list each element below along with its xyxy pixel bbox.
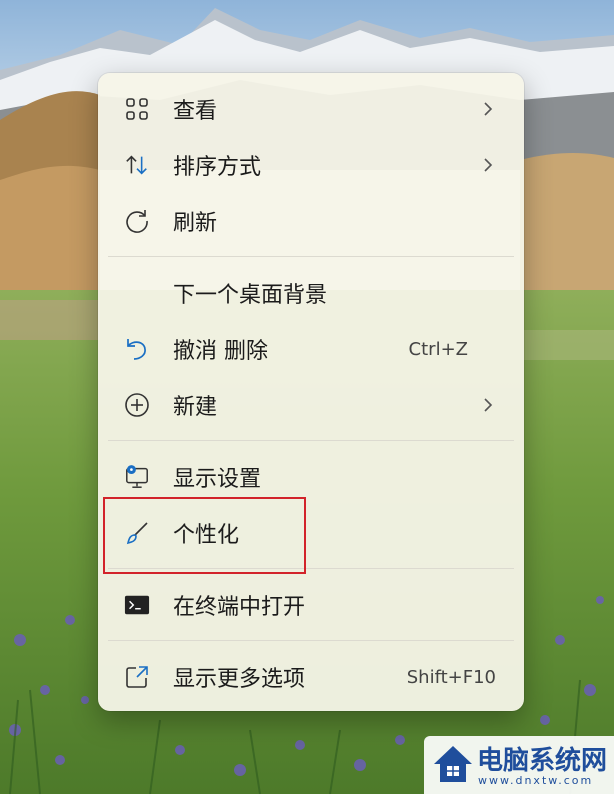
display-settings-icon bbox=[124, 464, 150, 490]
menu-item-show-more-options[interactable]: 显示更多选项 Shift+F10 bbox=[98, 653, 524, 701]
menu-item-label: 下一个桌面背景 bbox=[173, 283, 328, 308]
menu-item-label: 新建 bbox=[173, 395, 218, 420]
chevron-right-icon bbox=[484, 398, 493, 412]
chevron-right-icon bbox=[484, 102, 493, 116]
menu-item-label: 排序方式 bbox=[173, 155, 262, 180]
menu-separator bbox=[108, 640, 514, 641]
menu-item-label: 显示更多选项 bbox=[173, 667, 306, 692]
menu-item-label: 显示设置 bbox=[173, 467, 262, 492]
menu-item-sort-by[interactable]: 排序方式 bbox=[98, 141, 524, 189]
chevron-right-icon bbox=[484, 158, 493, 172]
watermark-url: www.dnxtw.com bbox=[478, 774, 594, 787]
house-logo-icon bbox=[434, 746, 472, 782]
shortcut-text: Shift+F10 bbox=[406, 666, 496, 688]
menu-item-new[interactable]: 新建 bbox=[98, 381, 524, 429]
menu-item-label: 在终端中打开 bbox=[173, 595, 306, 620]
menu-item-view[interactable]: 查看 bbox=[98, 85, 524, 133]
menu-separator bbox=[108, 256, 514, 257]
grid-view-icon bbox=[124, 96, 150, 122]
sort-icon bbox=[124, 152, 150, 178]
menu-item-next-background[interactable]: 下一个桌面背景 bbox=[98, 269, 524, 317]
watermark-text: 电脑系统网 bbox=[477, 746, 608, 776]
add-circle-icon bbox=[124, 392, 150, 418]
menu-item-label: 刷新 bbox=[173, 211, 218, 236]
menu-item-label: 撤消 删除 bbox=[173, 339, 268, 364]
menu-item-open-in-terminal[interactable]: 在终端中打开 bbox=[98, 581, 524, 629]
menu-item-label: 查看 bbox=[173, 99, 218, 124]
desktop-context-menu: 查看 排序方式 刷新 下一个桌面背景 撤消 删除 Ctrl+Z 新建 显示设置 … bbox=[98, 73, 524, 711]
terminal-icon bbox=[124, 592, 150, 618]
open-external-icon bbox=[124, 664, 150, 690]
shortcut-text: Ctrl+Z bbox=[408, 338, 468, 360]
site-watermark: 电脑系统网 www.dnxtw.com bbox=[424, 736, 614, 794]
menu-separator bbox=[108, 440, 514, 441]
menu-item-refresh[interactable]: 刷新 bbox=[98, 197, 524, 245]
undo-icon bbox=[124, 336, 150, 362]
refresh-icon bbox=[124, 208, 150, 234]
menu-item-display-settings[interactable]: 显示设置 bbox=[98, 453, 524, 501]
menu-item-undo-delete[interactable]: 撤消 删除 Ctrl+Z bbox=[98, 325, 524, 373]
highlight-annotation-box bbox=[103, 497, 306, 574]
